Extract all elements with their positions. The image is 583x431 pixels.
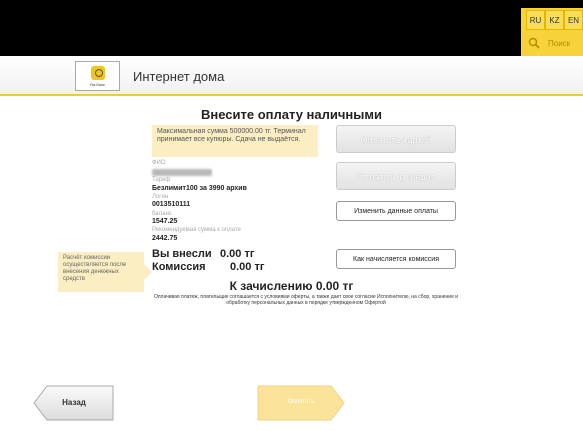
- back-button[interactable]: Назад: [33, 385, 115, 421]
- page-title: Интернет дома: [133, 69, 225, 84]
- provider-logo: Ва-банк: [75, 61, 120, 91]
- tariff-label: Тариф: [152, 177, 171, 183]
- commission-value: 0.00 тг: [230, 261, 265, 273]
- offer-agreement-text: Оплачивая платеж, плательщик соглашается…: [153, 294, 459, 306]
- pay-credit-button[interactable]: Оплатить в кредит: [336, 162, 456, 190]
- commission-label: Комиссия: [152, 261, 206, 273]
- lang-kz-button[interactable]: KZ: [545, 10, 564, 30]
- recommended-label: Рекомендуемая сумма к оплате: [152, 227, 241, 233]
- fio-value-redacted: [152, 169, 212, 176]
- search-field[interactable]: Поиск: [528, 37, 583, 53]
- login-label: Логин: [152, 194, 169, 200]
- provider-logo-caption: Ва-банк: [90, 82, 105, 87]
- change-data-button[interactable]: Изменить данные оплаты: [336, 201, 456, 221]
- provider-logo-icon: [91, 66, 105, 80]
- top-bar: [0, 0, 583, 56]
- tariff-value: Безлимит100 за 3990 архив: [152, 185, 247, 192]
- lang-en-button[interactable]: EN: [564, 10, 583, 30]
- recommended-value: 2442.75: [152, 235, 178, 242]
- commission-info-button[interactable]: Как начисляется комиссия: [336, 249, 456, 269]
- payment-notice: Максимальная сумма 500000.00 тг. Термина…: [152, 125, 318, 157]
- balance-label: баланс: [152, 211, 172, 217]
- search-placeholder: Поиск: [548, 39, 571, 48]
- fio-label: ФИО: [152, 160, 166, 166]
- pay-card-button[interactable]: Оплатить картой: [336, 125, 456, 153]
- search-icon: [528, 37, 540, 49]
- paid-value: 0.00 тг: [220, 248, 255, 260]
- login-value: 0013510111: [152, 201, 191, 208]
- paid-label: Вы внесли: [152, 248, 212, 260]
- balance-value: 1547.25: [152, 218, 178, 225]
- main-heading: Внесите оплату наличными: [201, 107, 382, 122]
- pay-button-label: Оплатить: [287, 399, 315, 405]
- credit-total: К зачислению 0.00 тг: [229, 279, 354, 293]
- pay-button[interactable]: Оплатить: [257, 385, 345, 421]
- back-button-label: Назад: [62, 398, 86, 407]
- lang-ru-button[interactable]: RU: [526, 10, 545, 30]
